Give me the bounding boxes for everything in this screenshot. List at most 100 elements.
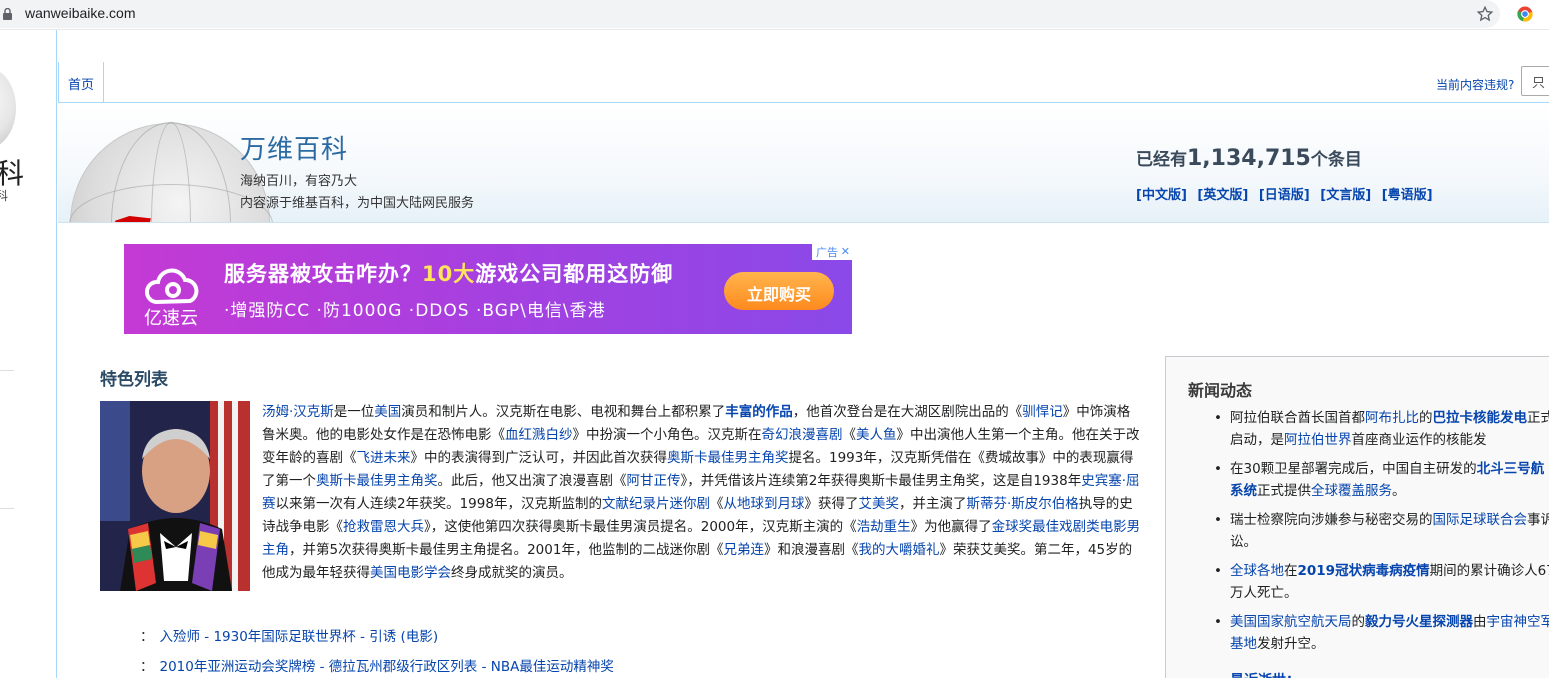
text-segment: 》，并凭借该片连续第2年获得奥斯卡最佳男主角奖，这是自1938年 <box>680 473 1082 489</box>
article-link[interactable]: 国际足球联合会 <box>1433 512 1528 528</box>
text-segment: 》中的表演得到广泛认可，并因此首次获得 <box>410 450 668 466</box>
ad-headline: 服务器被攻击咋办？10大游戏公司都用这防御 <box>224 262 674 286</box>
search-button[interactable]: 只 <box>1521 66 1549 96</box>
text-segment: ，并主演了 <box>898 496 967 512</box>
article-link[interactable]: 我的大嚼婚礼 <box>858 542 939 558</box>
article-link[interactable]: 艾美奖 <box>858 496 899 512</box>
lang-link-yue[interactable]: [粤语版] <box>1382 188 1433 203</box>
article-link[interactable]: 抢救雷恩大兵 <box>343 519 424 535</box>
text-segment: 阿拉伯联合酋长国首都 <box>1230 410 1365 426</box>
site-banner: 万维百科 海纳百川，有容乃大 内容源于维基百科，为中国大陆网民服务 已经有1,1… <box>58 103 1549 223</box>
text-segment: 的 <box>1419 410 1433 426</box>
portrait-illustration <box>100 401 250 591</box>
advertisement-banner[interactable]: 亿速云 服务器被攻击咋办？10大游戏公司都用这防御 ·增强防CC ·防1000G… <box>124 244 852 334</box>
text-segment: 首座商业运作的核能发 <box>1351 432 1487 448</box>
news-item: 阿拉伯联合酋长国首都阿布扎比的巴拉卡核能发电正式启动，是阿拉伯世界首座商业运作的… <box>1196 407 1549 451</box>
article-link[interactable]: 美人鱼 <box>856 427 897 443</box>
site-slogan: 海纳百川，有容乃大 <box>240 174 358 189</box>
featured-article-text: 汤姆·汉克斯是一位美国演员和制片人。汉克斯在电影、电视和舞台上都积累了丰富的作品… <box>262 401 1142 585</box>
address-bar[interactable]: wanweibaike.com <box>0 0 1500 28</box>
article-link[interactable]: 阿拉伯世界 <box>1284 432 1352 448</box>
language-links: [中文版] [英文版] [日语版] [文言版] [粤语版] <box>1136 184 1439 203</box>
article-link[interactable]: 从地球到月球 <box>723 496 804 512</box>
left-sidebar: 科 科 <box>0 30 57 678</box>
article-link[interactable]: 飞进未来 <box>357 450 411 466</box>
site-title: 万维百科 <box>240 135 349 165</box>
article-link[interactable]: 毅力号火星探测器 <box>1365 614 1473 630</box>
lang-link-classical[interactable]: [文言版] <box>1320 188 1371 203</box>
article-link[interactable]: 浩劫重生 <box>857 519 911 535</box>
article-link[interactable]: 美国电影学会 <box>370 565 451 581</box>
logo-text[interactable]: 科 <box>0 152 24 192</box>
ad-subline: ·增强防CC ·防1000G ·DDOS ·BGP\电信\香港 <box>224 301 606 321</box>
news-item: 在30颗卫星部署完成后，中国自主研发的北斗三号航系统正式提供全球覆盖服务。 <box>1196 458 1549 502</box>
featured-portrait-image[interactable] <box>100 401 250 591</box>
article-link[interactable]: 2019冠状病毒病疫情 <box>1298 563 1430 579</box>
article-link[interactable]: 文献纪录片迷你剧 <box>602 496 710 512</box>
featured-more-links-1[interactable]: 入殓师 - 1930年国际足联世界杯 - 引诱 (电影) <box>160 629 439 645</box>
article-link[interactable]: 美国 <box>374 404 401 420</box>
article-link[interactable]: 血红溅白纱 <box>505 427 573 443</box>
main-content: 万维百科 海纳百川，有容乃大 内容源于维基百科，为中国大陆网民服务 已经有1,1… <box>58 102 1549 678</box>
article-link[interactable]: 北斗三号 <box>1477 461 1531 477</box>
text-segment: 发射升空。 <box>1257 636 1325 652</box>
recent-deaths-heading[interactable]: 最近逝世： <box>1230 670 1300 678</box>
tab-home[interactable]: 首页 <box>58 62 104 102</box>
ad-close-icon[interactable]: ✕ <box>841 245 850 258</box>
featured-more-list-1: ：入殓师 - 1930年国际足联世界杯 - 引诱 (电影) <box>140 629 439 645</box>
ad-badge[interactable]: 广告 ✕ <box>812 244 852 260</box>
news-item: 美国国家航空航天局的毅力号火星探测器由宇宙神空军基地发射升空。 <box>1196 611 1549 655</box>
article-link[interactable]: 奥斯卡最佳男主角奖 <box>667 450 789 466</box>
article-link[interactable]: 兄弟连 <box>723 542 764 558</box>
article-link[interactable]: 全球覆盖服务 <box>1311 483 1392 499</box>
article-link[interactable]: 宇宙神 <box>1487 614 1528 630</box>
text-segment: 》，这使他第四次获得奥斯卡最佳男演员提名。2000年，汉克斯主演的《 <box>424 519 857 535</box>
ad-buy-button[interactable]: 立即购买 <box>724 272 834 310</box>
article-link[interactable]: 全球各地 <box>1230 563 1284 579</box>
page-tabs: 首页 当前内容违规? 只 <box>58 62 1549 102</box>
report-violation-link[interactable]: 当前内容违规? <box>1436 76 1514 93</box>
sidebar-divider <box>0 508 14 509</box>
news-list: 阿拉伯联合酋长国首都阿布扎比的巴拉卡核能发电正式启动，是阿拉伯世界首座商业运作的… <box>1196 407 1549 662</box>
article-link[interactable]: 汤姆·汉克斯 <box>262 404 334 420</box>
lock-icon <box>3 8 12 20</box>
article-link[interactable]: 丰富的作品 <box>725 404 793 420</box>
text-segment: 《 <box>842 427 857 443</box>
sidebar-divider <box>0 370 14 371</box>
article-link[interactable]: 阿布扎比 <box>1365 410 1419 426</box>
text-segment: 是一位 <box>333 404 375 420</box>
news-item: 瑞士检察院向涉嫌参与秘密交易的国际足球联合会事诉讼。 <box>1196 509 1549 553</box>
text-segment: 瑞士检察院向涉嫌参与秘密交易的 <box>1230 512 1433 528</box>
text-segment: 。 <box>1392 483 1406 499</box>
text-segment: 》中扮演一个小角色。汉克斯在 <box>572 427 762 443</box>
news-title: 新闻动态 <box>1188 381 1253 400</box>
news-panel: 新闻动态 阿拉伯联合酋长国首都阿布扎比的巴拉卡核能发电正式启动，是阿拉伯世界首座… <box>1165 356 1549 678</box>
lang-link-ja[interactable]: [日语版] <box>1259 188 1310 203</box>
text-segment: 正式提供 <box>1257 483 1311 499</box>
article-link[interactable]: 美国国家航空航天局 <box>1230 614 1352 630</box>
text-segment: 在 <box>1284 563 1298 579</box>
bookmark-star-icon[interactable] <box>1476 5 1494 23</box>
article-link[interactable]: 驯悍记 <box>1022 404 1063 420</box>
lang-link-en[interactable]: [英文版] <box>1197 188 1248 203</box>
lang-link-zh[interactable]: [中文版] <box>1136 188 1187 203</box>
browser-toolbar: wanweibaike.com <box>0 0 1549 30</box>
article-link[interactable]: 奥斯卡最佳男主角奖 <box>316 473 438 489</box>
text-segment: ，并第5次获得奥斯卡最佳男主角提名。2001年，他监制的二战迷你剧《 <box>289 542 724 558</box>
extension-icon[interactable] <box>1516 5 1534 23</box>
url-text[interactable]: wanweibaike.com <box>25 5 136 21</box>
text-segment: 的 <box>1351 614 1366 630</box>
text-segment: 》获得了 <box>804 496 859 512</box>
article-link[interactable]: 阿甘正传 <box>627 473 681 489</box>
text-segment: 终身成就奖的演员。 <box>451 565 573 581</box>
site-subslogan: 内容源于维基百科，为中国大陆网民服务 <box>240 196 475 211</box>
article-link[interactable]: 巴拉卡核能发电 <box>1433 410 1528 426</box>
article-link[interactable]: 奇幻浪漫喜剧 <box>762 427 843 443</box>
article-count-value: 1,134,715 <box>1187 146 1311 171</box>
text-segment: 期间的累计确诊人 <box>1429 563 1538 579</box>
logo-globe-icon[interactable] <box>0 68 16 148</box>
text-segment: 在30颗卫星部署完成后，中国自主研发的 <box>1230 461 1477 477</box>
article-count: 已经有1,134,715个条目 <box>1136 146 1362 171</box>
article-link[interactable]: 斯蒂芬·斯皮尔伯格 <box>966 496 1078 512</box>
featured-more-links-2[interactable]: 2010年亚洲运动会奖牌榜 - 德拉瓦州郡级行政区列表 - NBA最佳运动精神奖 <box>160 659 614 675</box>
